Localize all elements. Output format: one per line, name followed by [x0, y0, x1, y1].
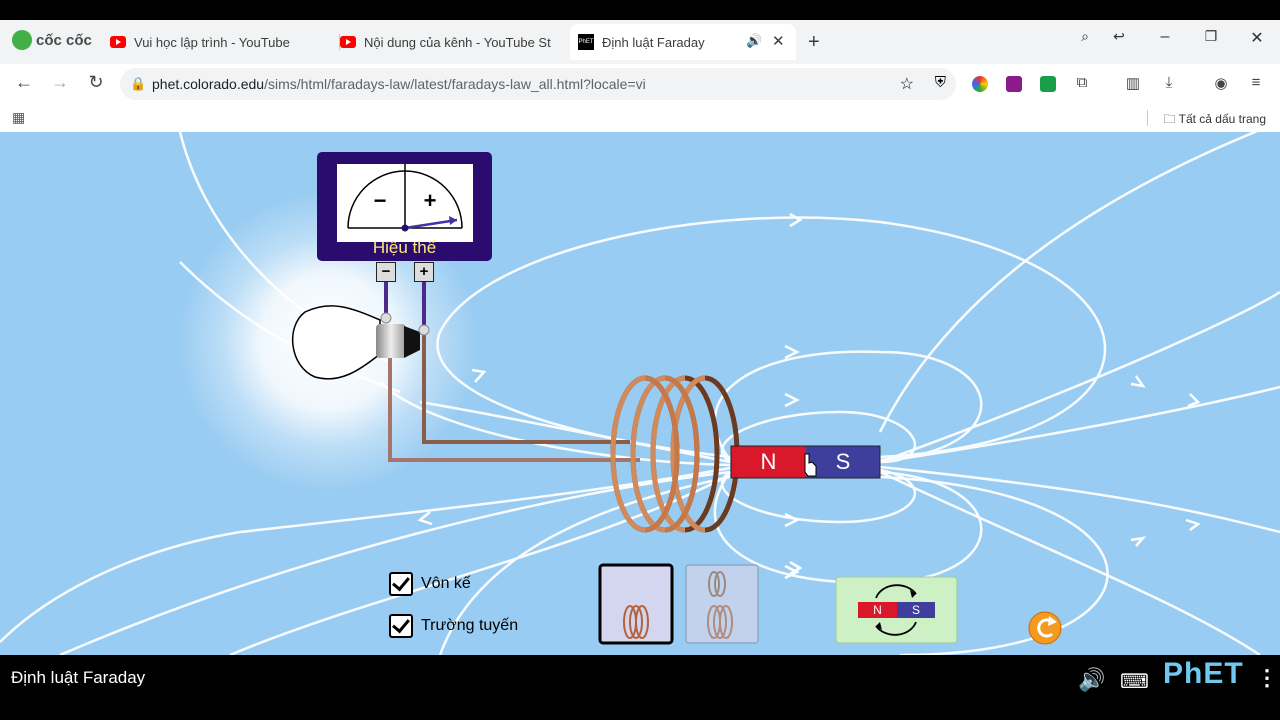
shield-icon[interactable]: ⛨ — [935, 74, 946, 91]
minimize-icon[interactable]: – — [1150, 28, 1180, 46]
profile-icon[interactable]: ◉ — [1210, 74, 1232, 92]
meter-minus-sign: − — [373, 188, 387, 213]
close-tab-icon[interactable]: ✕ — [772, 32, 785, 50]
restore-icon[interactable]: ❐ — [1196, 28, 1226, 45]
bookmarks-bar: ▦ 🗀 Tất cả dấu trang — [0, 104, 1280, 132]
address-row: ← → ↻ 🔒 phet.colorado.edu/sims/html/fara… — [0, 64, 1280, 104]
keyboard-icon[interactable]: ⌨ — [1120, 669, 1149, 694]
all-bookmarks[interactable]: 🗀 Tất cả dấu trang — [1163, 110, 1266, 131]
url-text[interactable]: phet.colorado.edu/sims/html/faradays-law… — [152, 76, 646, 92]
plus-terminal: + — [414, 262, 434, 282]
more-options-icon[interactable]: ⋮ — [1256, 665, 1278, 691]
tab-youtube-2[interactable]: Nội dung của kênh - YouTube St — [340, 24, 568, 60]
coil-selector-one[interactable] — [598, 563, 674, 645]
browser-logo[interactable]: cốc cốc — [12, 30, 92, 50]
field-lines-checkbox-row[interactable]: Trường tuyến — [389, 614, 518, 638]
youtube-icon — [340, 36, 356, 48]
lock-icon[interactable]: 🔒 — [130, 76, 146, 92]
url-path: /sims/html/faradays-law/latest/faradays-… — [264, 76, 646, 92]
coil-selector-two[interactable] — [685, 564, 759, 644]
field-lines-checkbox-label: Trường tuyến — [421, 617, 519, 634]
magnet-north-label: N — [760, 449, 777, 474]
reset-button[interactable] — [1028, 611, 1062, 645]
extension-record-icon[interactable] — [1040, 76, 1056, 92]
coccoc-logo-icon — [12, 30, 32, 50]
new-tab-button[interactable]: + — [808, 24, 828, 60]
field-lines-checkbox[interactable] — [389, 614, 413, 638]
address-bar[interactable]: 🔒 phet.colorado.edu/sims/html/faradays-l… — [120, 68, 956, 100]
download-icon[interactable]: ⤓ — [1158, 74, 1180, 91]
flip-north-label: N — [873, 603, 882, 617]
magnet-south-label: S — [835, 449, 851, 474]
apps-grid-icon[interactable]: ▦ — [12, 109, 25, 126]
search-tabs-icon[interactable]: ⌕ — [1070, 28, 1100, 45]
star-icon[interactable]: ☆ — [900, 74, 914, 94]
forward-icon[interactable]: → — [48, 72, 72, 93]
back-history-icon[interactable]: ↩ — [1104, 28, 1134, 45]
extensions-icon[interactable]: ⧉ — [1071, 74, 1093, 91]
sim-title: Định luật Faraday — [11, 668, 146, 687]
tab-strip: cốc cốc Vui học lập trình - YouTube Nội … — [0, 20, 1280, 64]
reload-icon[interactable]: ↻ — [84, 72, 108, 93]
voltmeter-checkbox-row[interactable]: Vôn kế — [389, 572, 471, 596]
all-bookmarks-label: Tất cả dấu trang — [1178, 112, 1266, 126]
browser-chrome: cốc cốc Vui học lập trình - YouTube Nội … — [0, 20, 1280, 132]
minus-terminal: − — [376, 262, 396, 282]
menu-icon[interactable]: ≡ — [1245, 74, 1267, 91]
tab-label: Vui học lập trình - YouTube — [134, 34, 290, 50]
tab-youtube-1[interactable]: Vui học lập trình - YouTube — [110, 24, 340, 60]
extension-color-icon[interactable] — [972, 76, 988, 92]
phet-icon: PhET — [578, 34, 594, 50]
simulation-canvas[interactable]: Hiệu thế − + − + N S N S Vôn kế Trường t… — [0, 132, 1280, 655]
wires — [384, 282, 640, 462]
tab-label: Định luật Faraday — [602, 34, 705, 50]
back-icon[interactable]: ← — [12, 72, 36, 93]
split-view-icon[interactable]: ▥ — [1122, 74, 1144, 92]
tab-faraday[interactable]: PhET Định luật Faraday 🔊 ✕ — [570, 24, 796, 60]
voltmeter-checkbox[interactable] — [389, 572, 413, 596]
sound-icon[interactable]: 🔊 — [1078, 667, 1105, 693]
tab-label: Nội dung của kênh - YouTube St — [364, 34, 551, 50]
voltmeter-label: Hiệu thế — [372, 238, 437, 257]
extension-ublock-icon[interactable] — [1006, 76, 1022, 92]
bookmark-divider — [1147, 110, 1148, 126]
meter-plus-sign: + — [423, 188, 437, 213]
sim-navbar: Định luật Faraday 🔊 ⌨ PhET ⋮ — [0, 655, 1280, 720]
flip-south-label: S — [911, 603, 920, 617]
window-top-strip — [0, 0, 1280, 20]
youtube-icon — [110, 36, 126, 48]
simulation-svg — [0, 132, 1280, 655]
speaker-icon[interactable]: 🔊 — [746, 33, 762, 49]
browser-brand: cốc cốc — [36, 31, 92, 49]
url-host: phet.colorado.edu — [152, 76, 265, 92]
close-window-icon[interactable]: ✕ — [1242, 28, 1272, 48]
phet-logo[interactable]: PhET — [1163, 657, 1244, 691]
voltmeter-checkbox-label: Vôn kế — [421, 575, 471, 592]
